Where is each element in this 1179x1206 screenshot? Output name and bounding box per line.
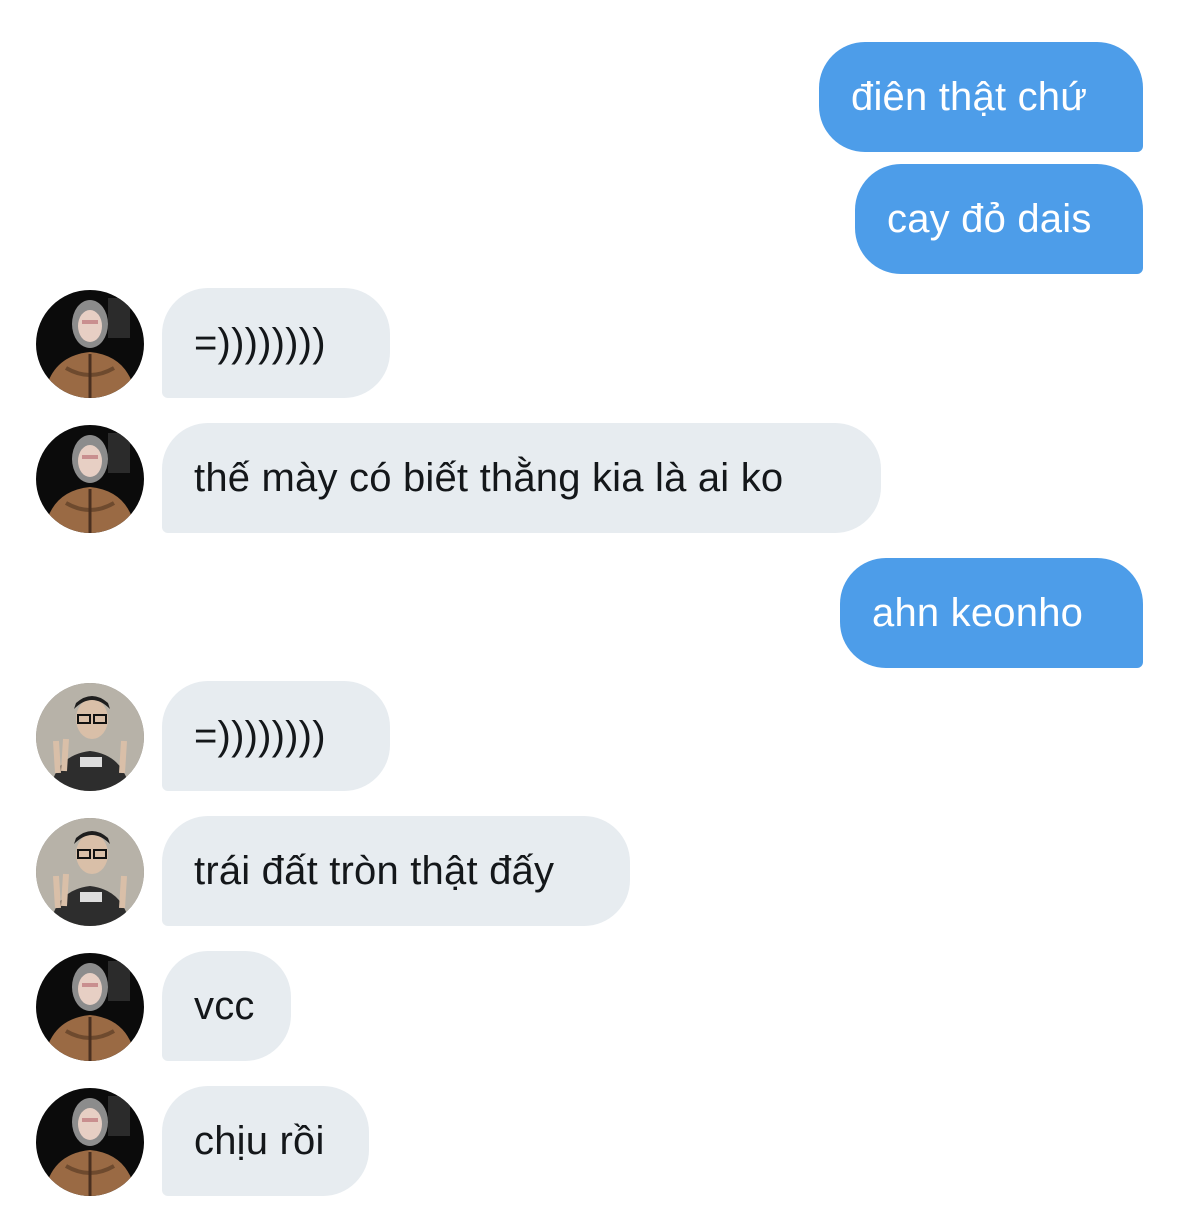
- message-text: trái đất tròn thật đấy: [194, 848, 555, 893]
- sender-avatar-hooded[interactable]: [36, 290, 144, 398]
- glasses-person-photo: [36, 818, 144, 926]
- hooded-person-photo: [36, 425, 144, 533]
- incoming-message-bubble[interactable]: trái đất tròn thật đấy: [162, 816, 630, 926]
- message-text: cay đỏ dais: [887, 196, 1092, 241]
- hooded-person-photo: [36, 290, 144, 398]
- chat-thread: điên thật chứ cay đỏ dais =)))))))) thế …: [0, 0, 1179, 1206]
- outgoing-message-bubble[interactable]: cay đỏ dais: [855, 164, 1143, 274]
- message-text: ahn keonho: [872, 590, 1084, 635]
- outgoing-message-bubble[interactable]: điên thật chứ: [819, 42, 1143, 152]
- incoming-message-bubble[interactable]: chịu rồi: [162, 1086, 369, 1196]
- glasses-person-photo: [36, 683, 144, 791]
- incoming-message-bubble[interactable]: =)))))))): [162, 681, 390, 791]
- outgoing-message-bubble[interactable]: ahn keonho: [840, 558, 1143, 668]
- sender-avatar-glasses[interactable]: [36, 818, 144, 926]
- incoming-message-bubble[interactable]: thế mày có biết thằng kia là ai ko: [162, 423, 881, 533]
- message-text: =)))))))): [194, 320, 326, 365]
- sender-avatar-glasses[interactable]: [36, 683, 144, 791]
- message-text: điên thật chứ: [851, 74, 1088, 119]
- sender-avatar-hooded[interactable]: [36, 1088, 144, 1196]
- hooded-person-photo: [36, 1088, 144, 1196]
- incoming-message-bubble[interactable]: =)))))))): [162, 288, 390, 398]
- message-text: vcc: [194, 983, 255, 1028]
- sender-avatar-hooded[interactable]: [36, 953, 144, 1061]
- sender-avatar-hooded[interactable]: [36, 425, 144, 533]
- incoming-message-bubble[interactable]: vcc: [162, 951, 291, 1061]
- hooded-person-photo: [36, 953, 144, 1061]
- message-text: =)))))))): [194, 713, 326, 758]
- message-text: chịu rồi: [194, 1118, 325, 1163]
- message-text: thế mày có biết thằng kia là ai ko: [194, 455, 784, 500]
